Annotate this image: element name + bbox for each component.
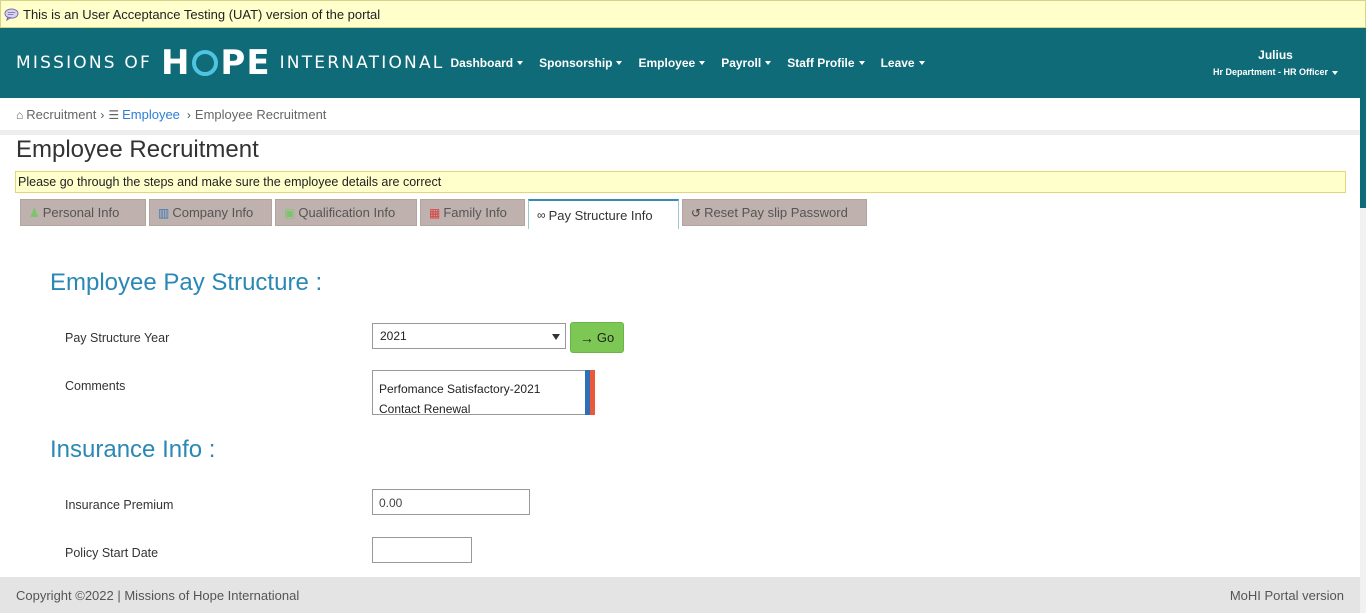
chevron-right-icon: ›: [100, 107, 105, 122]
logo-text-hope: H PE: [160, 43, 271, 83]
policy-start-date-input[interactable]: [372, 537, 472, 563]
tab-reset-payslip-password[interactable]: ↺ Reset Pay slip Password: [682, 199, 867, 226]
page-title: Employee Recruitment: [16, 136, 259, 163]
insurance-premium-label: Insurance Premium: [65, 498, 174, 512]
uat-banner: This is an User Acceptance Testing (UAT)…: [0, 0, 1366, 28]
insurance-premium-input[interactable]: 0.00: [372, 489, 530, 515]
logo-text-left: MISSIONS OF: [16, 53, 152, 73]
tab-bar: ♟ Personal Info ▥ Company Info ▣ Qualifi…: [20, 199, 870, 229]
nav-dashboard[interactable]: Dashboard: [450, 56, 524, 70]
instruction-notice: Please go through the steps and make sur…: [15, 171, 1346, 193]
pay-structure-title: Employee Pay Structure :: [50, 269, 323, 296]
breadcrumb-recruitment[interactable]: Recruitment: [26, 107, 96, 122]
insurance-title: Insurance Info :: [50, 436, 216, 463]
divider: [0, 130, 1360, 135]
pay-structure-year-value: 2021: [380, 329, 407, 343]
caret-down-icon: [858, 61, 865, 65]
building-icon: ▥: [158, 205, 170, 220]
comments-line-2: Contact Renewal: [379, 402, 471, 416]
go-button-label: Go: [596, 330, 615, 345]
reset-icon: ↺: [691, 205, 702, 220]
breadcrumb-employee[interactable]: Employee: [122, 107, 180, 122]
tab-company-info[interactable]: ▥ Company Info: [149, 199, 272, 226]
caret-down-icon: [699, 61, 706, 65]
chevron-right-icon: ›: [186, 107, 191, 122]
nav-leave[interactable]: Leave: [881, 56, 925, 70]
breadcrumb: ⌂ Recruitment › ☰ Employee › Employee Re…: [16, 107, 326, 122]
breadcrumb-current: Employee Recruitment: [194, 107, 327, 122]
comments-label: Comments: [65, 379, 126, 393]
logo-ring-icon: [192, 50, 219, 76]
home-icon: ⌂: [16, 107, 24, 122]
go-button[interactable]: → Go: [570, 322, 624, 353]
footer-copyright: Copyright ©2022 | Missions of Hope Inter…: [16, 587, 300, 603]
caret-down-icon: [517, 61, 524, 65]
caret-down-icon: [616, 61, 623, 65]
uat-banner-text: This is an User Acceptance Testing (UAT)…: [23, 6, 381, 22]
comments-line-1: Perfomance Satisfactory-2021: [379, 382, 541, 396]
user-role: Hr Department - HR Officer: [1212, 67, 1328, 77]
user-name: Julius: [1258, 48, 1293, 62]
caret-down-icon: [918, 61, 925, 65]
scrollbar-thumb[interactable]: [1360, 28, 1366, 208]
link-icon: ∞: [537, 208, 546, 222]
user-menu[interactable]: Julius Hr Department - HR Officer: [1213, 48, 1338, 80]
comments-textarea[interactable]: Perfomance Satisfactory-2021 Contact Ren…: [372, 370, 590, 416]
top-navbar: MISSIONS OF H PE INTERNATIONAL Dashboard …: [0, 28, 1360, 98]
pay-structure-year-label: Pay Structure Year: [65, 331, 170, 345]
policy-start-date-label: Policy Start Date: [65, 546, 159, 560]
chat-bubble-icon: [4, 7, 19, 21]
caret-down-icon: [765, 61, 772, 65]
list-icon: ☰: [108, 107, 120, 122]
person-icon: ♟: [29, 205, 40, 220]
footer: Copyright ©2022 | Missions of Hope Inter…: [0, 577, 1360, 613]
family-icon: ▦: [429, 205, 441, 220]
tab-family-info[interactable]: ▦ Family Info: [420, 199, 525, 226]
brand-logo[interactable]: MISSIONS OF H PE INTERNATIONAL: [16, 43, 444, 83]
tab-qualification-info[interactable]: ▣ Qualification Info: [275, 199, 417, 226]
nav-employee[interactable]: Employee: [638, 56, 706, 70]
tab-personal-info[interactable]: ♟ Personal Info: [20, 199, 146, 226]
caret-down-icon: [1332, 71, 1338, 75]
nav-payroll[interactable]: Payroll: [721, 56, 772, 70]
main-nav: Dashboard Sponsorship Employee Payroll S…: [450, 56, 940, 70]
arrow-right-icon: →: [579, 329, 594, 346]
footer-version: MoHI Portal version: [1229, 587, 1344, 603]
dropdown-arrow-icon: [552, 334, 560, 340]
nav-sponsorship[interactable]: Sponsorship: [539, 56, 623, 70]
certificate-icon: ▣: [284, 205, 296, 220]
textarea-marker: [590, 370, 595, 415]
tab-pay-structure-info[interactable]: ∞ Pay Structure Info: [528, 199, 679, 229]
pay-structure-year-select[interactable]: 2021: [372, 323, 566, 349]
nav-staff-profile[interactable]: Staff Profile: [787, 56, 865, 70]
logo-text-right: INTERNATIONAL: [279, 53, 445, 73]
